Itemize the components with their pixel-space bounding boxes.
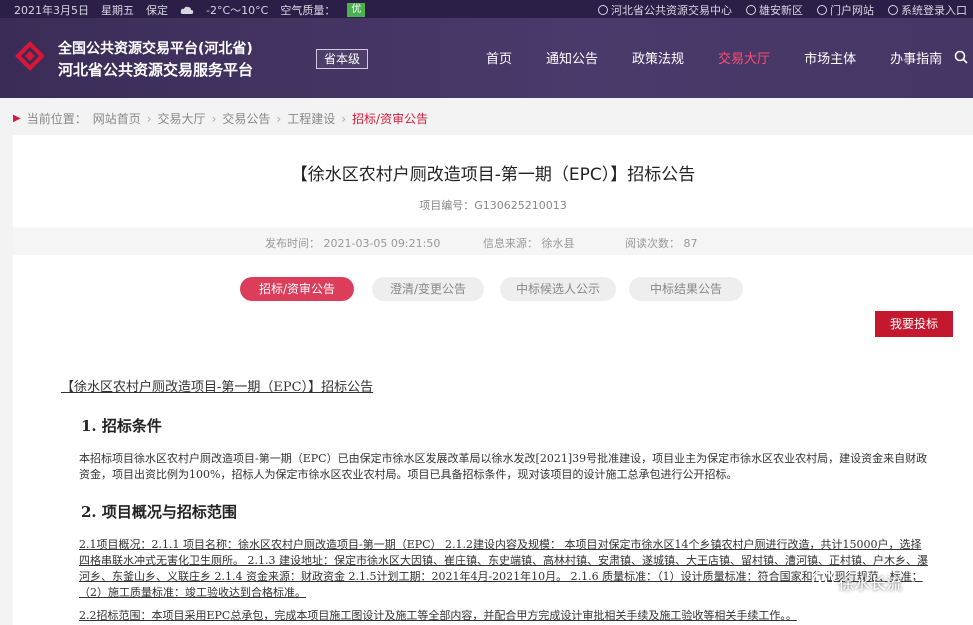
link-hebei-center[interactable]: 河北省公共资源交易中心 [598,2,732,18]
nav-guide[interactable]: 办事指南 [890,48,942,67]
site-header: 全国公共资源交易平台(河北省) 河北省公共资源交易服务平台 省本级 首页 通知公… [0,18,973,98]
platform-logo-icon[interactable] [14,40,46,72]
bid-button[interactable]: 我要投标 [875,311,953,337]
date-text: 2021年3月5日 [14,4,89,17]
watermark: 徐水长流 [812,570,902,594]
login-icon [888,5,898,15]
info-source: 信息来源： 徐水县 [483,237,575,250]
globe-icon [746,5,756,15]
air-quality-badge: 优 [347,3,366,17]
level-selector[interactable]: 省本级 [316,49,368,69]
section-2-title: 2. 项目概况与招标范围 [81,503,237,521]
main-nav: 首页 通知公告 政策法规 交易大厅 市场主体 办事指南 [486,48,973,67]
meta-bar: 发布时间： 2021-03-05 09:21:50 信息来源： 徐水县 阅读次数… [13,227,973,255]
weekday-text: 星期五 [101,4,134,17]
breadcrumb-item[interactable]: 网站首页 [93,110,141,127]
notice-tabs: 招标/资审公告 澄清/变更公告 中标候选人公示 中标结果公告 [13,277,973,301]
article-heading: 【徐水区农村户厕改造项目-第一期（EPC）】招标公告 [61,380,374,395]
breadcrumb-sep-icon: › [341,111,347,126]
link-xiongan[interactable]: 雄安新区 [746,2,803,18]
content-card: 【徐水区农村户厕改造项目-第一期（EPC）】招标公告 项目编号：G1306252… [13,135,973,625]
temperature-text: -2°C～10°C [206,4,269,17]
link-login[interactable]: 系统登录入口 [888,2,967,18]
tab-candidate-publicity[interactable]: 中标候选人公示 [500,277,616,301]
site-title-line1: 全国公共资源交易平台(河北省) [58,41,253,57]
publish-time: 发布时间： 2021-03-05 09:21:50 [265,237,441,250]
section-2-text: 2.1项目概况：2.1.1 项目名称：徐水区农村户厕改造项目-第一期（EPC） … [79,538,928,599]
section-1-title: 1. 招标条件 [81,417,162,435]
nav-notices[interactable]: 通知公告 [546,48,598,67]
breadcrumb-arrow-icon: ▶ [13,113,21,124]
breadcrumb-item[interactable]: 交易公告 [222,110,270,127]
breadcrumb-sep-icon: › [211,111,217,126]
top-info-bar: 2021年3月5日 星期五 保定 -2°C～10°C 空气质量： 优 河北省公共… [0,0,973,18]
link-portal[interactable]: 门户网站 [817,2,874,18]
nav-policies[interactable]: 政策法规 [632,48,684,67]
nav-market-entities[interactable]: 市场主体 [804,48,856,67]
breadcrumb-prefix: 当前位置： [26,112,87,126]
breadcrumb: ▶ 当前位置： 网站首页 › 交易大厅 › 交易公告 › 工程建设 › 招标/资… [13,110,428,127]
air-quality-label: 空气质量： [280,4,336,17]
site-title-line2: 河北省公共资源交易服务平台 [58,61,254,79]
search-icon[interactable] [954,50,968,64]
nav-home[interactable]: 首页 [486,48,512,67]
location-text: 保定 [146,4,168,17]
cloud-icon [180,6,194,14]
project-number: 项目编号：G130625210013 [419,199,567,212]
globe-icon [598,5,608,15]
breadcrumb-item[interactable]: 工程建设 [287,110,335,127]
section-1-text: 本招标项目徐水区农村户厕改造项目-第一期（EPC）已由保定市徐水区发展改革局以徐… [79,452,928,481]
page-title: 【徐水区农村户厕改造项目-第一期（EPC）】招标公告 [290,165,696,185]
breadcrumb-sep-icon: › [146,111,152,126]
view-count: 阅读次数： 87 [625,237,698,250]
home-icon [817,5,827,15]
breadcrumb-current[interactable]: 招标/资审公告 [352,110,428,127]
section-2-scope: 2.2招标范围：本项目采用EPC总承包，完成本项目施工图设计及施工等全部内容，并… [79,609,797,622]
nav-trading-hall[interactable]: 交易大厅 [718,48,770,67]
breadcrumb-item[interactable]: 交易大厅 [158,110,206,127]
tab-tender-notice[interactable]: 招标/资审公告 [240,277,354,301]
wechat-icon [812,571,834,593]
tab-clarification[interactable]: 澄清/变更公告 [372,277,484,301]
tab-result-notice[interactable]: 中标结果公告 [629,277,743,301]
watermark-text: 徐水长流 [838,574,903,593]
breadcrumb-sep-icon: › [276,111,282,126]
